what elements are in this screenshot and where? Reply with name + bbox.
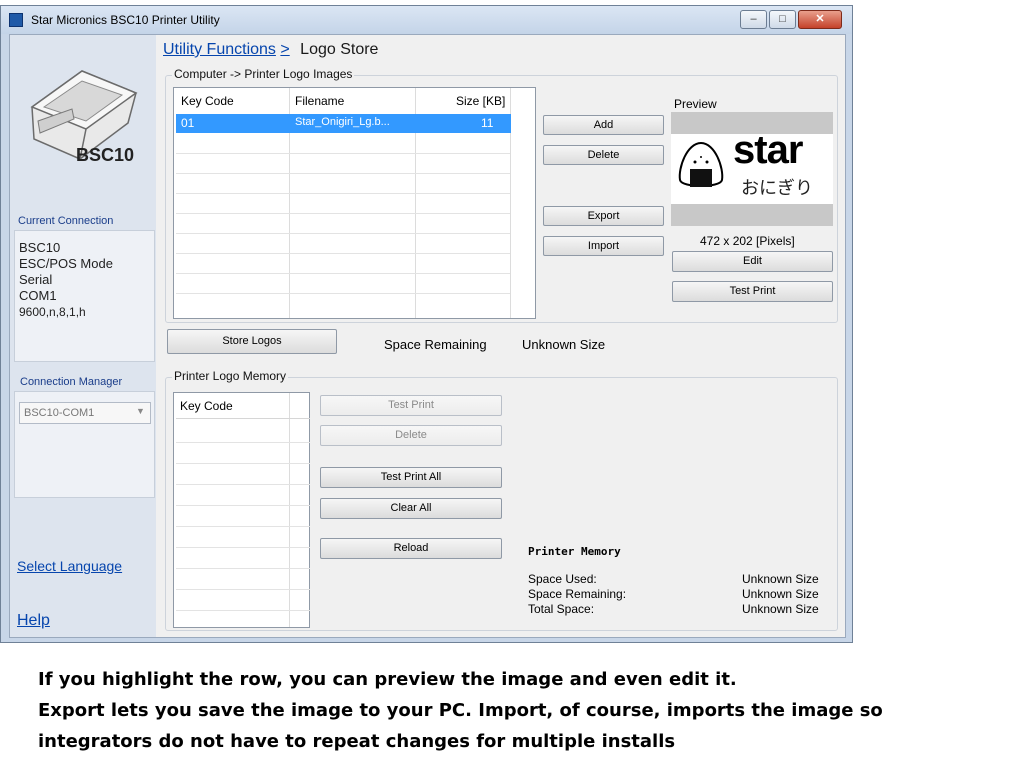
- column-header-size[interactable]: Size [KB]: [456, 94, 505, 108]
- row-filename: Star_Onigiri_Lg.b...: [295, 116, 390, 128]
- total-space-value: Unknown Size: [742, 602, 819, 616]
- preview-dimensions: 472 x 202 [Pixels]: [700, 234, 795, 248]
- delete-button[interactable]: Delete: [543, 145, 664, 165]
- test-print-all-button[interactable]: Test Print All: [320, 467, 502, 488]
- breadcrumb-parent[interactable]: Utility Functions: [163, 41, 276, 58]
- connection-mode: ESC/POS Mode: [19, 256, 113, 271]
- printer-logo-table[interactable]: Key Code: [173, 392, 310, 628]
- total-space-label: Total Space:: [528, 602, 595, 616]
- row-key-code: 01: [181, 116, 195, 130]
- row-divider: [176, 505, 310, 506]
- current-connection-label: Current Connection: [18, 215, 114, 227]
- select-language-link[interactable]: Select Language: [17, 558, 122, 574]
- caption-line-1: If you highlight the row, you can previe…: [38, 669, 737, 690]
- space-used-label: Space Used:: [528, 572, 597, 586]
- minimize-button[interactable]: –: [740, 10, 767, 29]
- row-divider: [176, 526, 310, 527]
- row-divider: [176, 547, 310, 548]
- reload-button[interactable]: Reload: [320, 538, 502, 559]
- connection-interface: Serial: [19, 272, 53, 287]
- preview-japanese-text: おにぎり: [741, 178, 813, 199]
- connection-port: COM1: [19, 288, 57, 303]
- onigiri-icon: [678, 141, 724, 187]
- client-area: BSC10 Current Connection BSC10 ESC/POS M…: [9, 34, 846, 638]
- space-remaining-value: Unknown Size: [522, 337, 606, 352]
- header-divider: [176, 418, 310, 419]
- row-divider: [176, 273, 510, 274]
- column-divider: [289, 393, 290, 627]
- row-divider: [176, 463, 310, 464]
- memory-delete-button[interactable]: Delete: [320, 425, 502, 446]
- memory-space-remaining-value: Unknown Size: [742, 587, 819, 601]
- connection-select-value: BSC10-COM1: [24, 407, 95, 419]
- title-bar[interactable]: Star Micronics BSC10 Printer Utility – □…: [1, 6, 852, 34]
- logo-preview: star おにぎり: [671, 112, 833, 226]
- space-remaining-label: Space Remaining: [384, 337, 487, 352]
- connection-select[interactable]: BSC10-COM1 ▼: [19, 402, 151, 424]
- preview-image-area: star おにぎり: [671, 128, 833, 204]
- row-divider: [176, 253, 510, 254]
- current-connection-box: BSC10 ESC/POS Mode Serial COM1 9600,n,8,…: [14, 230, 155, 362]
- caption-line-3: integrators do not have to repeat change…: [38, 731, 676, 752]
- space-used-value: Unknown Size: [742, 572, 819, 586]
- page-title: Logo Store: [300, 41, 379, 58]
- table-row-selected[interactable]: 01 Star_Onigiri_Lg.b... 11: [176, 114, 511, 133]
- breadcrumb-separator: >: [280, 41, 290, 58]
- row-divider: [176, 293, 510, 294]
- row-divider: [176, 153, 510, 154]
- row-divider: [176, 442, 310, 443]
- row-divider: [176, 610, 310, 611]
- printer-model-label: BSC10: [76, 145, 135, 165]
- maximize-button[interactable]: □: [769, 10, 796, 29]
- close-button[interactable]: ✕: [798, 10, 842, 29]
- row-divider: [176, 484, 310, 485]
- import-button[interactable]: Import: [543, 236, 664, 256]
- connection-printer: BSC10: [19, 240, 61, 255]
- add-button[interactable]: Add: [543, 115, 664, 135]
- printer-logo-memory-title: Printer Logo Memory: [172, 369, 289, 383]
- sidebar: BSC10 Current Connection BSC10 ESC/POS M…: [10, 35, 156, 637]
- preview-star-logo: star: [733, 128, 803, 172]
- column-header-key-code[interactable]: Key Code: [180, 399, 233, 413]
- preview-label: Preview: [674, 97, 717, 111]
- clear-all-button[interactable]: Clear All: [320, 498, 502, 519]
- memory-test-print-button[interactable]: Test Print: [320, 395, 502, 416]
- row-divider: [176, 233, 510, 234]
- logo-images-table[interactable]: Key Code Filename Size [KB] 01 Star_Onig…: [173, 87, 536, 319]
- row-divider: [176, 213, 510, 214]
- breadcrumb: Utility Functions > Logo Store: [163, 41, 378, 59]
- export-button[interactable]: Export: [543, 206, 664, 226]
- column-header-key-code[interactable]: Key Code: [181, 94, 234, 108]
- test-print-button[interactable]: Test Print: [672, 281, 833, 302]
- memory-space-remaining-label: Space Remaining:: [528, 587, 627, 601]
- connection-manager-box: BSC10-COM1 ▼: [14, 391, 155, 498]
- row-divider: [176, 568, 310, 569]
- caption-line-2: Export lets you save the image to your P…: [38, 700, 883, 721]
- app-window: Star Micronics BSC10 Printer Utility – □…: [0, 5, 853, 643]
- app-icon: [9, 13, 23, 27]
- printer-memory-title: Printer Memory: [528, 545, 621, 558]
- connection-manager-label: Connection Manager: [20, 376, 123, 388]
- row-divider: [176, 589, 310, 590]
- computer-to-printer-title: Computer -> Printer Logo Images: [172, 67, 355, 81]
- column-header-filename[interactable]: Filename: [295, 94, 344, 108]
- connection-settings: 9600,n,8,1,h: [19, 305, 86, 319]
- row-divider: [176, 193, 510, 194]
- row-divider: [176, 173, 510, 174]
- window-title: Star Micronics BSC10 Printer Utility: [31, 13, 220, 27]
- store-logos-button[interactable]: Store Logos: [167, 329, 337, 354]
- edit-button[interactable]: Edit: [672, 251, 833, 272]
- help-link[interactable]: Help: [17, 612, 50, 630]
- row-size: 11: [481, 116, 494, 130]
- chevron-down-icon: ▼: [136, 406, 145, 416]
